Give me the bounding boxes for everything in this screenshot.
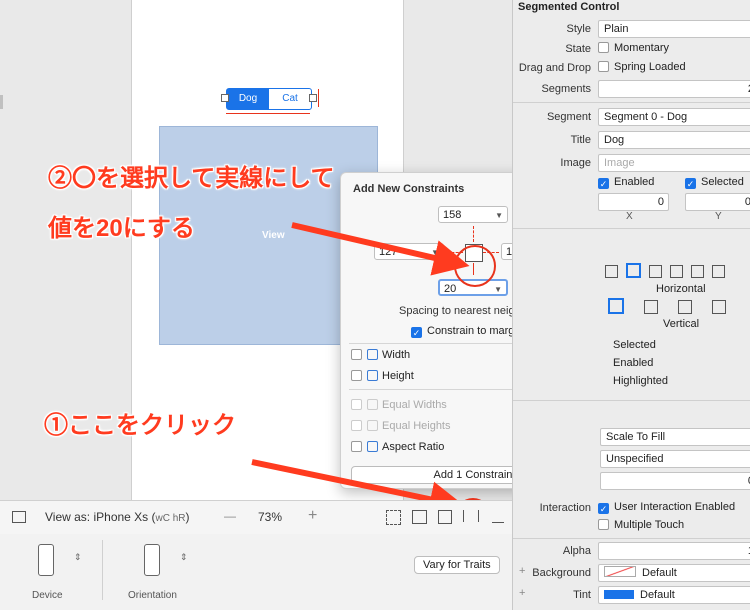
selected-checkbox[interactable]: ✓ Selected: [685, 176, 744, 189]
traits-separator: [102, 540, 103, 600]
x-label: X: [626, 211, 633, 222]
interaction-label: Interaction: [539, 502, 591, 514]
align-fill-icon[interactable]: [670, 265, 683, 278]
device-stepper-icon[interactable]: ⇕: [74, 552, 82, 563]
background-plus-icon[interactable]: +: [519, 565, 525, 577]
tint-plus-icon[interactable]: +: [519, 587, 525, 599]
background-swatch-icon: [604, 566, 636, 577]
align-leading-icon[interactable]: [605, 265, 618, 278]
resolve-issues-icon[interactable]: [492, 510, 504, 523]
alpha-field[interactable]: 1: [598, 542, 750, 560]
device-label: Device: [32, 590, 63, 601]
zoom-level: 73%: [258, 510, 283, 524]
title-label: Title: [570, 134, 591, 146]
attributes-inspector: Segmented Control Style Plain State Mome…: [512, 0, 750, 610]
inspector-divider: [513, 102, 750, 103]
align-center-icon[interactable]: [626, 263, 641, 278]
arrow-to-strut: [291, 222, 470, 276]
add-new-constraints-icon[interactable]: [463, 510, 479, 522]
align-extra-icon[interactable]: [691, 265, 704, 278]
content-mode-dropdown[interactable]: Scale To Fill: [600, 428, 750, 446]
background-dropdown[interactable]: Default: [598, 564, 750, 582]
content-offset-y[interactable]: 0: [685, 193, 750, 211]
image-label: Image: [560, 157, 591, 169]
semantic-dropdown[interactable]: Unspecified: [600, 450, 750, 468]
tint-swatch-icon: [604, 590, 634, 599]
dragdrop-label: Drag and Drop: [518, 62, 591, 74]
y-label: Y: [715, 211, 722, 222]
update-frames-icon[interactable]: [386, 510, 401, 525]
alpha-label: Alpha: [562, 545, 591, 557]
vertical-label: Vertical: [663, 318, 700, 330]
sidebar-toggle-icon[interactable]: [12, 511, 26, 523]
device-phone-icon[interactable]: [38, 544, 54, 576]
tint-label: Tint: [573, 589, 591, 601]
embed-in-icon[interactable]: [412, 510, 427, 524]
traits-label: wC hR: [155, 513, 186, 524]
state-selected-checkbox[interactable]: Selected: [613, 339, 656, 351]
segments-label: Segments: [541, 83, 591, 95]
canvas-bottom-bar: View as: iPhone Xs (wC hR) — 73% +: [0, 500, 512, 535]
inspector-divider-2: [513, 228, 750, 229]
vertical-buttons-row: [608, 298, 726, 317]
segment-label: Segment: [546, 111, 591, 123]
tag-field[interactable]: 0: [600, 472, 750, 490]
valign-center-icon[interactable]: [644, 300, 658, 314]
vary-for-traits-button[interactable]: Vary for Traits: [414, 556, 500, 574]
alignment-buttons-row: [605, 263, 725, 281]
inspector-section-title: Segmented Control: [518, 1, 620, 13]
momentary-checkbox[interactable]: Momentary: [598, 42, 669, 54]
inspector-divider-4: [513, 538, 750, 539]
spring-loaded-checkbox[interactable]: Spring Loaded: [598, 61, 686, 73]
style-label: Style: [566, 23, 591, 35]
style-dropdown[interactable]: Plain: [598, 20, 750, 38]
align-icon[interactable]: [438, 510, 452, 524]
orientation-stepper-icon[interactable]: ⇕: [180, 552, 188, 563]
orientation-phone-icon[interactable]: [144, 544, 160, 576]
traits-panel: ⇕ Device ⇕ Orientation Vary for Traits: [0, 534, 512, 610]
background-label: Background: [532, 567, 591, 579]
arrow-to-pin-button: [251, 459, 466, 517]
state-label: State: [565, 43, 591, 55]
orientation-label: Orientation: [128, 590, 177, 601]
view-as-label[interactable]: View as: iPhone Xs (wC hR): [45, 510, 190, 524]
enabled-checkbox[interactable]: ✓ Enabled: [598, 176, 654, 189]
align-extra2-icon[interactable]: [712, 265, 725, 278]
content-offset-x[interactable]: 0: [598, 193, 669, 211]
valign-bottom-icon[interactable]: [678, 300, 692, 314]
valign-fill-icon[interactable]: [712, 300, 726, 314]
segment-dropdown[interactable]: Segment 0 - Dog: [598, 108, 750, 126]
inspector-divider-3: [513, 400, 750, 401]
title-field[interactable]: Dog: [598, 131, 750, 149]
tint-dropdown[interactable]: Default: [598, 586, 750, 604]
multiple-touch-checkbox[interactable]: Multiple Touch: [598, 519, 684, 531]
horizontal-label: Horizontal: [656, 283, 706, 295]
zoom-out-button[interactable]: —: [224, 509, 236, 523]
align-trailing-icon[interactable]: [649, 265, 662, 278]
user-interaction-checkbox[interactable]: ✓ User Interaction Enabled: [598, 501, 735, 514]
valign-top-icon[interactable]: [608, 298, 624, 314]
state-enabled-checkbox[interactable]: Enabled: [613, 357, 653, 369]
state-highlighted-checkbox[interactable]: Highlighted: [613, 375, 668, 387]
image-field[interactable]: Image: [598, 154, 750, 172]
zoom-in-button[interactable]: +: [308, 507, 317, 525]
segments-field[interactable]: 2: [598, 80, 750, 98]
